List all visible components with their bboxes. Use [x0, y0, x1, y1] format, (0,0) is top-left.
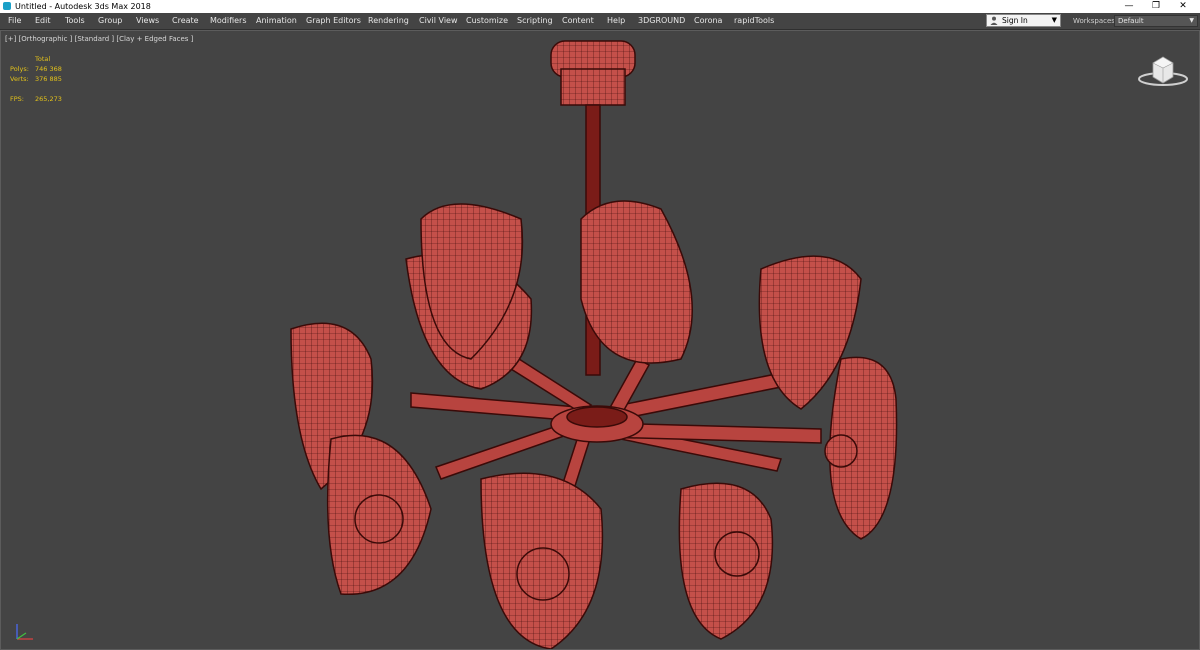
menu-rapidtools[interactable]: rapidTools — [734, 13, 774, 29]
sign-in-dropdown[interactable]: Sign In ▼ — [986, 14, 1061, 27]
window-title: Untitled - Autodesk 3ds Max 2018 — [15, 2, 151, 11]
canopy-cup — [560, 68, 626, 106]
menu-civil-view[interactable]: Civil View — [419, 13, 458, 29]
menu-corona[interactable]: Corona — [694, 13, 722, 29]
workspaces-label: Workspaces: — [1073, 17, 1118, 25]
user-icon — [990, 16, 998, 25]
menu-tools[interactable]: Tools — [65, 13, 85, 29]
bulb-front — [516, 547, 570, 601]
app-icon — [3, 2, 11, 10]
menu-create[interactable]: Create — [172, 13, 199, 29]
menu-group[interactable]: Group — [98, 13, 122, 29]
close-button[interactable]: ✕ — [1170, 0, 1196, 13]
bulb-front-right — [714, 531, 760, 577]
menu-file[interactable]: File — [8, 13, 21, 29]
menu-edit[interactable]: Edit — [35, 13, 51, 29]
menu-scripting[interactable]: Scripting — [517, 13, 553, 29]
fps-value: 265,273 — [35, 95, 62, 103]
axis-tripod-icon — [16, 624, 33, 640]
bulb-right — [824, 434, 858, 468]
workspaces-select[interactable]: Default ▼ — [1114, 15, 1198, 27]
verts-value: 376 885 — [35, 75, 62, 83]
hub-top — [566, 406, 628, 428]
menu-content[interactable]: Content — [562, 13, 594, 29]
bulb-left — [354, 494, 404, 544]
minimize-button[interactable]: — — [1116, 0, 1142, 13]
fps-label: FPS: — [10, 95, 24, 103]
title-bar: Untitled - Autodesk 3ds Max 2018 — ❐ ✕ — [0, 0, 1200, 13]
chevron-down-icon: ▼ — [1189, 17, 1194, 24]
menu-modifiers[interactable]: Modifiers — [210, 13, 247, 29]
restore-button[interactable]: ❐ — [1143, 0, 1169, 13]
workspaces-value: Default — [1118, 17, 1144, 25]
menu-rendering[interactable]: Rendering — [368, 13, 409, 29]
sign-in-label: Sign In — [1002, 16, 1028, 25]
menu-help[interactable]: Help — [607, 13, 625, 29]
polys-value: 746 368 — [35, 65, 62, 73]
stats-header: Total — [35, 55, 51, 63]
viewcube-icon[interactable] — [1135, 51, 1191, 91]
chevron-down-icon: ▼ — [1051, 16, 1057, 24]
menu-customize[interactable]: Customize — [466, 13, 508, 29]
menu-views[interactable]: Views — [136, 13, 159, 29]
menu-graph-editors[interactable]: Graph Editors — [306, 13, 361, 29]
verts-label: Verts: — [10, 75, 29, 83]
viewport-label[interactable]: [+] [Orthographic ] [Standard ] [Clay + … — [5, 35, 193, 43]
polys-label: Polys: — [10, 65, 29, 73]
perspective-viewport[interactable]: [+] [Orthographic ] [Standard ] [Clay + … — [0, 30, 1200, 650]
menu-3dground[interactable]: 3DGROUND — [638, 13, 685, 29]
chandelier-model[interactable] — [281, 39, 921, 649]
menu-animation[interactable]: Animation — [256, 13, 297, 29]
